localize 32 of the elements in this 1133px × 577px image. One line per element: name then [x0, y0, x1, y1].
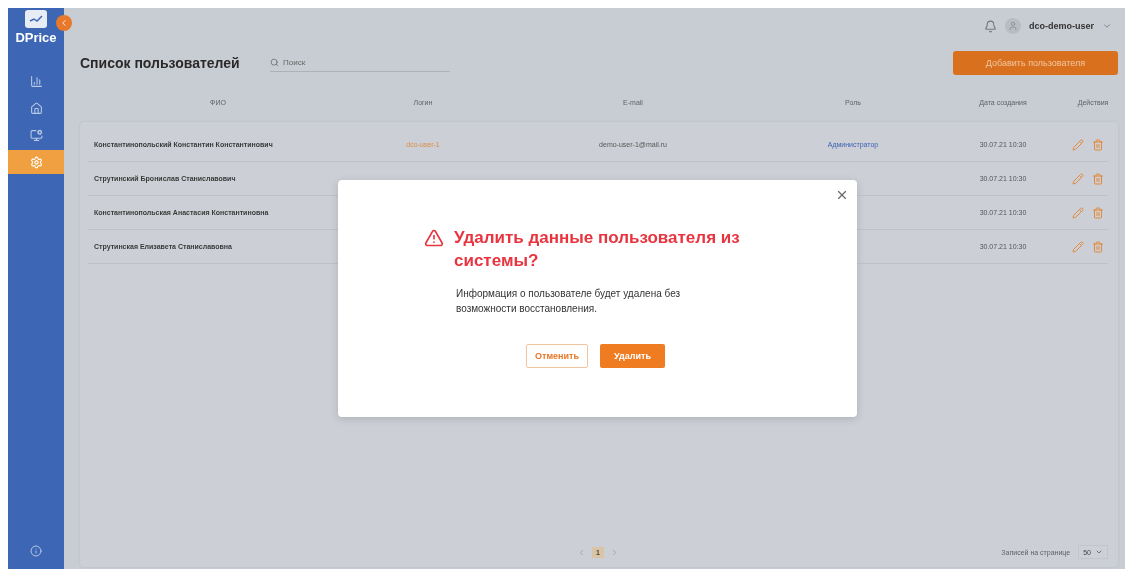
page-title: Список пользователей [80, 55, 241, 71]
monitor-icon [29, 128, 43, 142]
collapse-button[interactable] [56, 15, 72, 31]
info-icon[interactable] [30, 545, 42, 557]
dialog-title: Удалить данные пользователя из системы? [454, 227, 741, 272]
chevron-down-icon[interactable] [1102, 21, 1112, 31]
delete-button[interactable]: Удалить [600, 344, 665, 368]
delete-icon[interactable] [1092, 138, 1104, 151]
add-user-button[interactable]: Добавить пользователя [953, 51, 1118, 75]
delete-icon[interactable] [1092, 240, 1104, 253]
chevron-down-icon [1095, 548, 1103, 556]
delete-icon[interactable] [1092, 172, 1104, 185]
home-icon [29, 101, 43, 115]
bell-icon[interactable] [984, 19, 997, 33]
edit-icon[interactable] [1072, 138, 1084, 151]
avatar-icon[interactable] [1005, 18, 1021, 34]
user-name[interactable]: dco-demo-user [1029, 21, 1094, 31]
warning-icon [424, 228, 444, 248]
edit-icon[interactable] [1072, 240, 1084, 253]
search-icon [270, 58, 279, 67]
edit-icon[interactable] [1072, 206, 1084, 219]
settings-icon [29, 155, 43, 169]
chevron-left-icon [59, 18, 69, 28]
edit-icon[interactable] [1072, 172, 1084, 185]
close-icon[interactable] [835, 188, 849, 202]
search-field[interactable]: Поиск [270, 54, 450, 72]
nav-item[interactable] [8, 150, 64, 174]
cancel-button[interactable]: Отменить [526, 344, 588, 368]
dialog-message: Информация о пользователе будет удалена без возможности восстановления. [456, 287, 682, 316]
delete-icon[interactable] [1092, 206, 1104, 219]
logo-text: DPrice [15, 30, 57, 45]
chart-icon [29, 74, 43, 88]
